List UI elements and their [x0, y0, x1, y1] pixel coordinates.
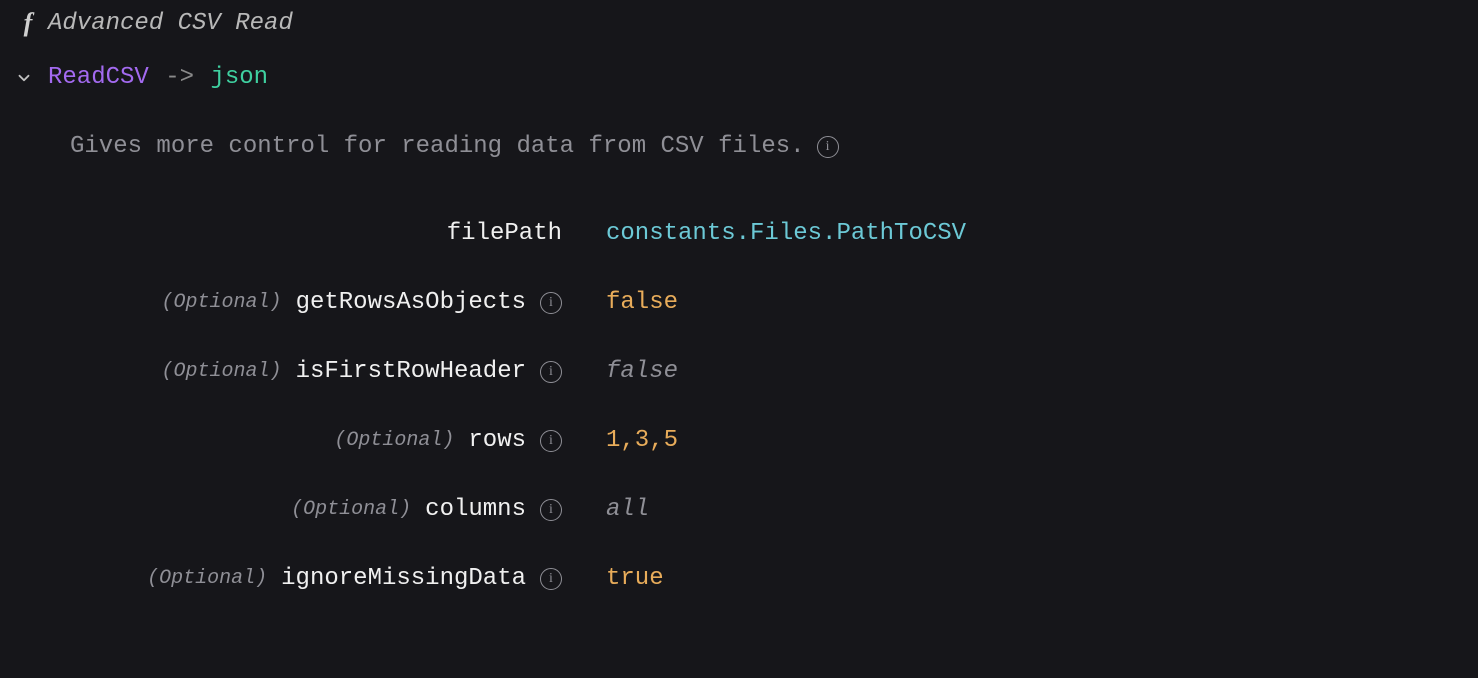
info-icon[interactable]: [540, 568, 562, 590]
param-value-text[interactable]: false: [606, 289, 678, 316]
function-description-row: Gives more control for reading data from…: [70, 133, 1460, 160]
param-value[interactable]: 1,3,5: [606, 427, 1460, 454]
param-row: (Optional) getRowsAsObjects false: [70, 289, 1460, 316]
signature-return-type: json: [210, 64, 268, 91]
info-icon[interactable]: [540, 430, 562, 452]
signature-name: ReadCSV: [48, 64, 149, 91]
param-row: (Optional) isFirstRowHeader false: [70, 358, 1460, 385]
function-signature[interactable]: ReadCSV -> json: [12, 64, 1460, 91]
param-name: filePath: [447, 220, 562, 247]
param-label: (Optional) getRowsAsObjects: [70, 289, 606, 316]
param-label: (Optional) ignoreMissingData: [70, 565, 606, 592]
param-value-text[interactable]: all: [606, 496, 649, 523]
param-row: (Optional) ignoreMissingData true: [70, 565, 1460, 592]
param-label: filePath: [70, 220, 606, 247]
function-header: f Advanced CSV Read: [18, 8, 1460, 38]
param-row: filePath constants.Files.PathToCSV: [70, 220, 1460, 247]
optional-tag: (Optional): [334, 429, 454, 452]
param-row: (Optional) columns all: [70, 496, 1460, 523]
optional-tag: (Optional): [162, 360, 282, 383]
optional-tag: (Optional): [147, 567, 267, 590]
param-value-text[interactable]: constants.Files.PathToCSV: [606, 220, 966, 247]
info-icon[interactable]: [540, 499, 562, 521]
optional-tag: (Optional): [291, 498, 411, 521]
param-name: isFirstRowHeader: [296, 358, 526, 385]
param-value[interactable]: all: [606, 496, 1460, 523]
param-name: getRowsAsObjects: [296, 289, 526, 316]
param-value[interactable]: true: [606, 565, 1460, 592]
param-row: (Optional) rows 1,3,5: [70, 427, 1460, 454]
param-label: (Optional) isFirstRowHeader: [70, 358, 606, 385]
function-description: Gives more control for reading data from…: [70, 133, 805, 160]
param-value-text[interactable]: true: [606, 565, 664, 592]
param-value[interactable]: constants.Files.PathToCSV: [606, 220, 1460, 247]
signature-text: ReadCSV -> json: [48, 64, 268, 91]
function-title: Advanced CSV Read: [48, 10, 293, 37]
signature-arrow: ->: [165, 64, 194, 91]
info-icon[interactable]: [540, 292, 562, 314]
parameter-list: filePath constants.Files.PathToCSV (Option…: [70, 220, 1460, 592]
param-label: (Optional) columns: [70, 496, 606, 523]
param-label: (Optional) rows: [70, 427, 606, 454]
info-icon[interactable]: [540, 361, 562, 383]
chevron-down-icon[interactable]: [12, 66, 36, 90]
param-value[interactable]: false: [606, 289, 1460, 316]
param-value-text[interactable]: 1,3,5: [606, 427, 678, 454]
param-name: columns: [425, 496, 526, 523]
optional-tag: (Optional): [162, 291, 282, 314]
function-icon: f: [18, 8, 38, 38]
param-name: ignoreMissingData: [281, 565, 526, 592]
param-value-text[interactable]: false: [606, 358, 678, 385]
info-icon[interactable]: [817, 136, 839, 158]
param-value[interactable]: false: [606, 358, 1460, 385]
param-name: rows: [468, 427, 526, 454]
